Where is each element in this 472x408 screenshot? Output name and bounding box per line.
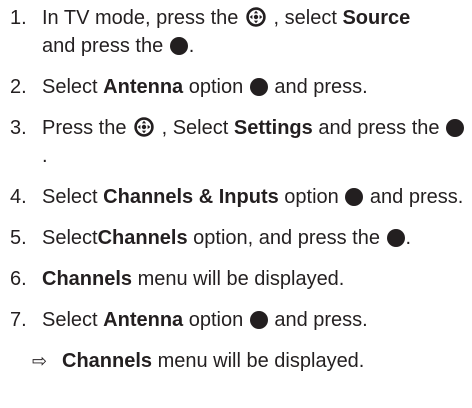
menu-item-name: Channels [42, 268, 133, 290]
ok-button-icon [446, 119, 465, 137]
text-fragment: . [188, 35, 195, 57]
step-number: 1. [10, 7, 27, 29]
ok-button-icon [249, 311, 268, 329]
step-number: 6. [10, 268, 27, 290]
step-1: 1. In TV mode, press the , select Source… [10, 4, 468, 60]
text-fragment: . [42, 145, 48, 167]
text-fragment: option [183, 76, 249, 98]
instruction-page: 1. In TV mode, press the , select Source… [0, 0, 472, 408]
text-fragment: menu will be displayed. [132, 268, 345, 290]
text-fragment: Select [42, 76, 104, 98]
menu-item-name: Channels [62, 350, 153, 372]
step-text: Channels menu will be displayed. [42, 265, 468, 293]
step-number: 5. [10, 227, 27, 249]
menu-item-name: Antenna [103, 309, 184, 331]
text-fragment: option [278, 186, 345, 208]
ok-button-icon [169, 37, 188, 55]
menu-item-name: Settings [233, 117, 313, 139]
step-text: In TV mode, press the , select Source and… [42, 4, 468, 60]
step-4: 4. Select Channels & Inputs option and p… [10, 183, 468, 211]
navigation-pad-icon [246, 7, 266, 27]
text-fragment: option, and press the [187, 227, 386, 249]
step-3: 3. Press the , Select Settings and press… [10, 114, 468, 170]
menu-item-name: Channels [97, 227, 188, 249]
step-text: SelectChannels option, and press the . [42, 224, 468, 252]
result-arrow-icon: ⇨ [32, 351, 48, 371]
text-fragment: , select [267, 7, 343, 29]
ok-button-icon [345, 188, 364, 206]
result-text: Channels menu will be displayed. [62, 347, 364, 375]
text-fragment: option [183, 309, 249, 331]
step-text: Select Antenna option and press. [42, 73, 468, 101]
text-fragment: menu will be displayed. [152, 350, 365, 372]
step-number: 7. [10, 309, 27, 331]
text-fragment: and press. [268, 309, 368, 331]
ok-button-icon [386, 229, 405, 247]
text-fragment: Select [42, 309, 104, 331]
menu-item-name: Source [342, 7, 411, 29]
step-text: Select Antenna option and press. [42, 306, 468, 334]
menu-item-name: Antenna [103, 76, 184, 98]
result-note: ⇨ Channels menu will be displayed. [10, 347, 468, 375]
steps-list: 1. In TV mode, press the , select Source… [10, 4, 468, 334]
step-7: 7. Select Antenna option and press. [10, 306, 468, 334]
step-5: 5. SelectChannels option, and press the … [10, 224, 468, 252]
step-2: 2. Select Antenna option and press. [10, 73, 468, 101]
step-number: 2. [10, 76, 27, 98]
step-text: Select Channels & Inputs option and pres… [42, 183, 468, 211]
ok-button-icon [249, 78, 268, 96]
text-fragment: Select [42, 227, 98, 249]
text-fragment: and press. [268, 76, 368, 98]
text-fragment: and press. [364, 186, 464, 208]
text-fragment: , Select [156, 117, 234, 139]
text-fragment: Select [42, 186, 104, 208]
step-number: 4. [10, 186, 27, 208]
text-fragment: . [405, 227, 412, 249]
text-fragment: In TV mode, press the [42, 7, 244, 29]
text-fragment: and press the [312, 117, 446, 139]
text-fragment: Press the [42, 117, 133, 139]
step-text: Press the , Select Settings and press th… [42, 114, 468, 170]
text-fragment: and press the [42, 35, 169, 57]
menu-item-name: Channels & Inputs [103, 186, 279, 208]
step-6: 6. Channels menu will be displayed. [10, 265, 468, 293]
step-number: 3. [10, 117, 27, 139]
navigation-pad-icon [134, 117, 154, 137]
